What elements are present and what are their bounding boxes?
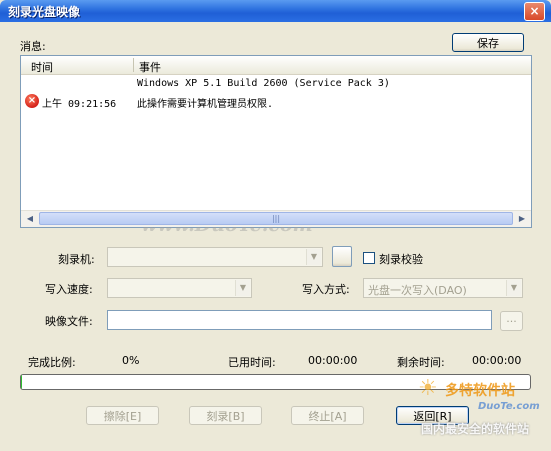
completed-value: 0% — [122, 354, 140, 367]
write-mode-label: 写入方式: — [302, 283, 350, 296]
save-button[interactable]: 保存 — [452, 33, 524, 52]
row-event: Windows XP 5.1 Build 2600 (Service Pack … — [137, 78, 390, 89]
elapsed-value: 00:00:00 — [308, 354, 358, 367]
watermark-url: DuoTe.com — [478, 401, 540, 412]
verify-checkbox[interactable] — [363, 252, 375, 264]
image-file-label: 映像文件: — [45, 315, 93, 328]
column-header-time[interactable]: 时间 — [31, 59, 53, 75]
scroll-right-icon[interactable]: ▶ — [514, 212, 530, 226]
messages-label: 消息: — [20, 40, 46, 53]
browse-button[interactable]: ... — [500, 311, 523, 331]
burn-disc-image-dialog: 刻录光盘映像 × 消息: 保存 时间 事件 Windows XP 5.1 Bui… — [0, 0, 551, 451]
watermark-slogan: 国内最安全的软件站 — [421, 422, 530, 436]
row-event: 此操作需要计算机管理员权限. — [137, 99, 274, 110]
elapsed-label: 已用时间: — [228, 356, 276, 369]
write-speed-label: 写入速度: — [45, 283, 93, 296]
horizontal-scrollbar[interactable]: ◀ ||| ▶ — [21, 210, 531, 227]
remaining-value: 00:00:00 — [472, 354, 522, 367]
image-file-input[interactable] — [107, 310, 492, 330]
write-mode-select[interactable]: 光盘一次写入(DAO) ▼ — [363, 278, 523, 298]
watermark-brand: 多特软件站 — [445, 383, 515, 399]
column-divider[interactable] — [133, 58, 134, 72]
scroll-left-icon[interactable]: ◀ — [22, 212, 38, 226]
scroll-thumb[interactable]: ||| — [39, 212, 513, 225]
progress-fill — [21, 375, 23, 389]
row-time: 上午 09:21:56 — [42, 99, 117, 110]
write-speed-select[interactable]: ▼ — [107, 278, 252, 298]
error-icon: × — [25, 94, 39, 108]
completed-label: 完成比例: — [28, 356, 76, 369]
chevron-down-icon[interactable]: ▼ — [306, 249, 321, 265]
list-header: 时间 事件 — [21, 56, 531, 75]
remaining-label: 剩余时间: — [397, 356, 445, 369]
message-list[interactable]: 时间 事件 Windows XP 5.1 Build 2600 (Service… — [20, 55, 532, 236]
stop-button[interactable]: 终止[A] — [291, 406, 364, 425]
burner-select[interactable]: ▼ — [107, 247, 323, 267]
chevron-down-icon[interactable]: ▼ — [506, 280, 521, 296]
burner-options-button[interactable] — [332, 246, 352, 267]
chevron-down-icon[interactable]: ▼ — [235, 280, 250, 296]
column-header-event[interactable]: 事件 — [139, 59, 161, 75]
write-mode-value: 光盘一次写入(DAO) — [368, 284, 467, 297]
window-title: 刻录光盘映像 — [8, 5, 81, 19]
burner-label: 刻录机: — [58, 253, 95, 266]
title-bar[interactable]: 刻录光盘映像 × — [0, 0, 551, 22]
sun-icon: ☀ — [418, 376, 438, 401]
verify-label: 刻录校验 — [379, 253, 423, 266]
erase-button[interactable]: 擦除[E] — [86, 406, 159, 425]
burn-button[interactable]: 刻录[B] — [189, 406, 262, 425]
close-button[interactable]: × — [524, 2, 545, 21]
